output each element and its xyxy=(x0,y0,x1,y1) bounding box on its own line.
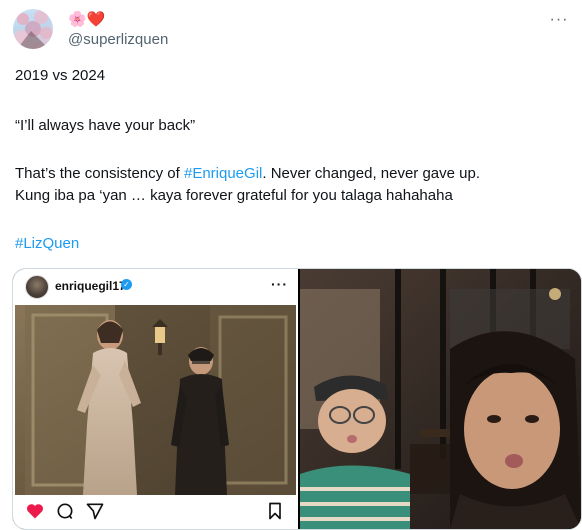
tweet-text-line: 2019 vs 2024 xyxy=(15,67,106,84)
tweet-text-line: That’s the consistency of #EnriqueGil. N… xyxy=(15,164,480,184)
instagram-username: enriquegil17 xyxy=(55,279,126,293)
hashtag-link[interactable]: #EnriqueGil xyxy=(184,165,262,182)
author-display-emoji: 🌸❤️ xyxy=(68,11,106,28)
tweet-text: That’s the consistency of xyxy=(15,165,184,182)
tweet-text-line: Kung iba pa ‘yan … kaya forever grateful… xyxy=(15,187,453,204)
verified-icon: ✓ xyxy=(121,279,132,290)
comment-icon[interactable] xyxy=(55,501,75,521)
author-name[interactable]: 🌸❤️ xyxy=(68,9,105,29)
more-options-button[interactable]: ··· xyxy=(548,11,570,28)
author-avatar[interactable] xyxy=(13,9,53,49)
author-handle[interactable]: @superlizquen xyxy=(68,31,168,48)
instagram-post-header: enriquegil17 ✓ ··· xyxy=(13,269,298,305)
instagram-actions-bar xyxy=(13,495,298,529)
heart-icon[interactable] xyxy=(25,501,45,521)
couple-photo xyxy=(15,305,296,495)
more-icon: ··· xyxy=(549,11,569,28)
instagram-post-image[interactable]: enriquegil17 ✓ ··· xyxy=(13,269,298,529)
tweet-text-line: “I’ll always have your back” xyxy=(15,117,196,134)
tweet-media[interactable]: enriquegil17 ✓ ··· xyxy=(12,268,582,530)
share-icon[interactable] xyxy=(85,501,105,521)
tweet-text: . Never changed, never gave up. xyxy=(262,165,481,182)
selfie-photo[interactable] xyxy=(300,269,581,529)
instagram-avatar xyxy=(25,275,49,299)
more-icon: ··· xyxy=(271,276,288,292)
hashtag-link[interactable]: #LizQuen xyxy=(15,234,79,254)
tweet: 🌸❤️ @superlizquen ··· 2019 vs 2024 “I’ll… xyxy=(0,0,582,530)
bookmark-icon[interactable] xyxy=(265,501,285,521)
